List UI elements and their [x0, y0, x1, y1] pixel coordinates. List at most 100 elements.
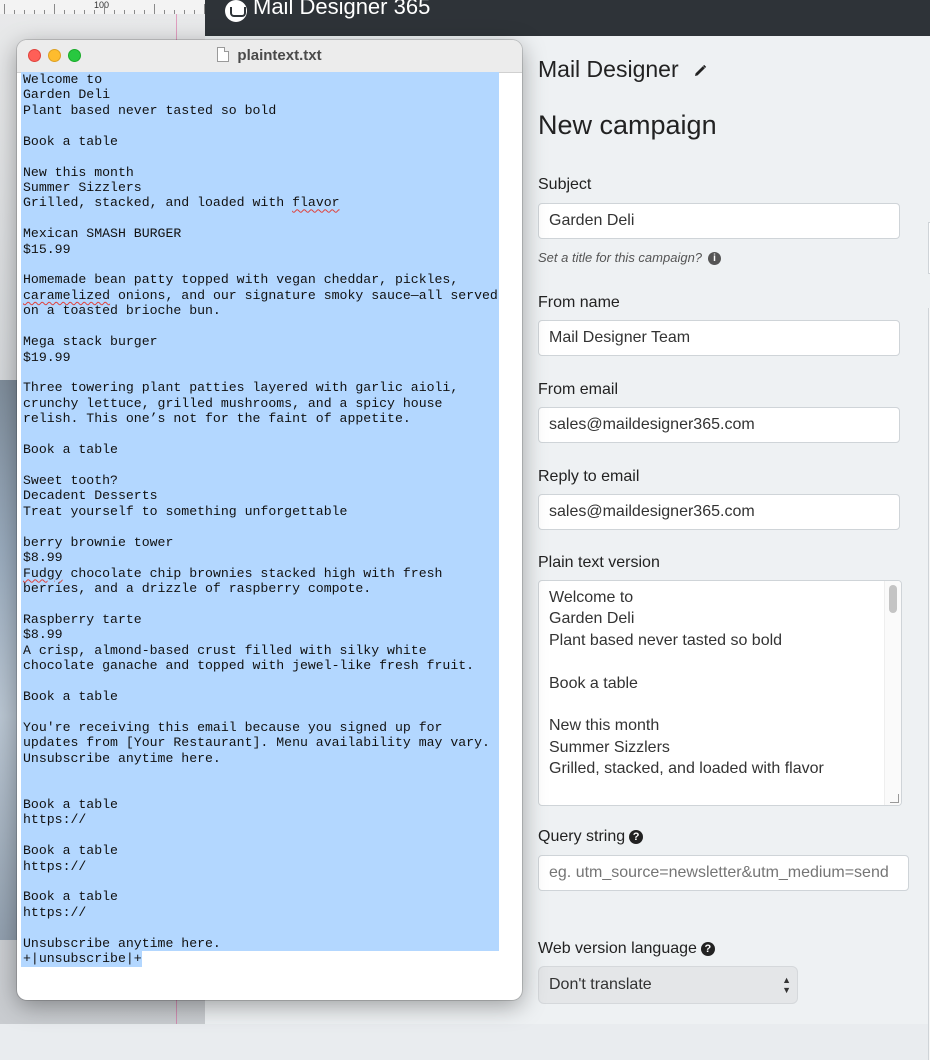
- document-line: https://: [23, 858, 87, 874]
- textedit-window: plaintext.txt Welcome to Garden Deli Plant…: [17, 40, 522, 1000]
- window-titlebar[interactable]: plaintext.txt: [17, 40, 522, 73]
- window-filename: plaintext.txt: [237, 47, 322, 64]
- document-line: Raspberry tarte: [23, 611, 142, 627]
- document-line: You're receiving this email because you …: [23, 719, 443, 735]
- document-line: Garden Deli: [23, 87, 111, 103]
- document-line: Book a table: [23, 796, 118, 812]
- ruler-tick: [54, 4, 55, 14]
- document-line: New this month: [23, 164, 134, 180]
- plain-text-content: Welcome to Garden Deli Plant based never t…: [549, 587, 879, 780]
- ruler-tick: [4, 4, 5, 14]
- pencil-icon[interactable]: [693, 64, 707, 78]
- plain-text-label: Plain text version: [538, 554, 660, 571]
- ruler: 100: [0, 0, 205, 15]
- plain-text-line: Book a table: [549, 674, 638, 692]
- from-name-label: From name: [538, 294, 620, 311]
- brand-row: Mail Designer: [538, 56, 707, 83]
- ruler-tick: [154, 4, 155, 14]
- document-line: caramelized onions, and our signature sm…: [23, 287, 498, 303]
- document-line: on a toasted brioche bun.: [23, 303, 221, 319]
- document-line: $15.99: [23, 241, 71, 257]
- plain-text-line: Summer Sizzlers: [549, 738, 670, 756]
- select-arrows-icon: ▲ ▼: [782, 975, 791, 995]
- brand-name: Mail Designer: [538, 56, 679, 82]
- document-line: Grilled, stacked, and loaded with flavor: [23, 195, 340, 211]
- app-title: Mail Designer 365: [253, 0, 431, 19]
- query-string-label: Query string?: [538, 828, 644, 846]
- document-line: crunchy lettuce, grilled mushrooms, and …: [23, 395, 443, 411]
- web-language-value: Don't translate: [549, 976, 652, 993]
- reply-email-input[interactable]: sales@maildesigner365.com: [538, 494, 900, 530]
- document-line: chocolate ganache and topped with jewel-…: [23, 658, 475, 674]
- help-icon[interactable]: ?: [700, 941, 715, 956]
- document-line: +|unsubscribe|+: [23, 951, 142, 967]
- document-line: $8.99: [23, 550, 63, 566]
- textedit-document-text[interactable]: Welcome to Garden Deli Plant based never t…: [23, 72, 513, 966]
- from-email-input[interactable]: sales@maildesigner365.com: [538, 407, 900, 443]
- misspelled-word[interactable]: Fudgy: [23, 566, 63, 581]
- resize-handle-icon[interactable]: [890, 794, 899, 803]
- document-line: Unsubscribe anytime here.: [23, 750, 221, 766]
- document-line: https://: [23, 812, 87, 828]
- document-icon: [217, 47, 230, 62]
- web-language-label: Web version language?: [538, 940, 715, 958]
- document-line: berry brownie tower: [23, 534, 174, 550]
- web-language-select[interactable]: Don't translate ▲ ▼: [538, 966, 798, 1004]
- document-line: Book a table: [23, 133, 118, 149]
- plain-text-line: Plant based never tasted so bold: [549, 631, 783, 649]
- plain-text-textarea[interactable]: Welcome to Garden Deli Plant based never t…: [538, 580, 902, 806]
- plain-text-line: New this month: [549, 717, 660, 735]
- app-topbar: Mail Designer 365: [205, 0, 930, 36]
- document-line: updates from [Your Restaurant]. Menu ava…: [23, 735, 490, 751]
- page-title: New campaign: [538, 110, 717, 140]
- document-line: Book a table: [23, 688, 118, 704]
- from-name-input[interactable]: Mail Designer Team: [538, 320, 900, 356]
- reply-email-label: Reply to email: [538, 468, 640, 485]
- query-string-label-text: Query string: [538, 828, 626, 845]
- subject-input[interactable]: Garden Deli: [538, 203, 900, 239]
- from-email-label: From email: [538, 381, 619, 398]
- plain-text-line: [549, 651, 879, 672]
- document-line: Mega stack burger: [23, 334, 158, 350]
- ruler-label: 100: [94, 0, 110, 10]
- document-line: Sweet tooth?: [23, 472, 118, 488]
- ruler-tick: [104, 4, 105, 14]
- document-line: berries, and a drizzle of raspberry comp…: [23, 580, 372, 596]
- document-line: Book a table: [23, 889, 118, 905]
- misspelled-word[interactable]: flavor: [292, 195, 339, 210]
- document-line: https://: [23, 904, 87, 920]
- info-icon[interactable]: i: [708, 252, 722, 266]
- document-line: relish. This one’s not for the faint of …: [23, 411, 411, 427]
- plain-text-line: Garden Deli: [549, 610, 635, 628]
- web-language-label-text: Web version language: [538, 940, 697, 957]
- document-line: $19.99: [23, 349, 71, 365]
- document-line: $8.99: [23, 627, 63, 643]
- textarea-scrollbar[interactable]: [884, 581, 901, 805]
- scrollbar-thumb[interactable]: [889, 585, 897, 613]
- query-string-input[interactable]: [538, 855, 909, 891]
- subject-hint-text: Set a title for this campaign?: [538, 250, 703, 265]
- document-line: Mexican SMASH BURGER: [23, 226, 182, 242]
- help-icon[interactable]: ?: [629, 829, 644, 844]
- document-line: Fudgy chocolate chip brownies stacked hi…: [23, 565, 443, 581]
- subject-label: Subject: [538, 176, 592, 193]
- subject-hint: Set a title for this campaign? i: [538, 250, 722, 266]
- window-title: plaintext.txt: [17, 40, 522, 72]
- misspelled-word[interactable]: caramelized: [23, 288, 110, 303]
- document-line: Three towering plant patties layered wit…: [23, 380, 459, 396]
- document-line: Book a table: [23, 843, 118, 859]
